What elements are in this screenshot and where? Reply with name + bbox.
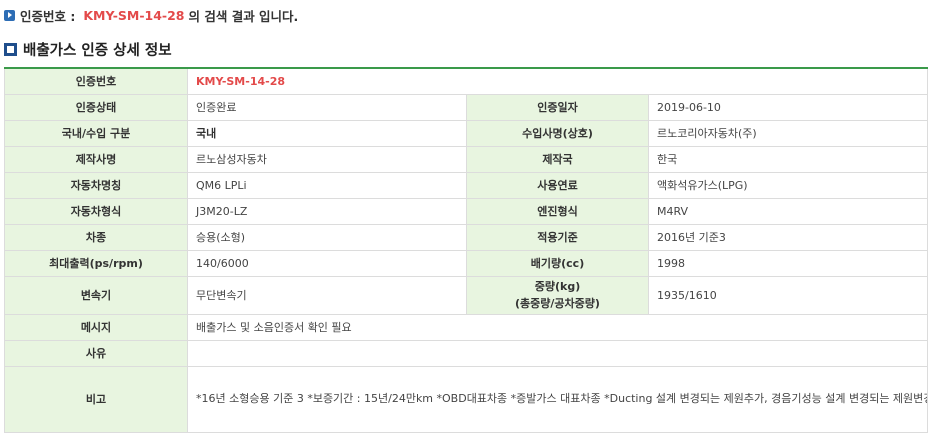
row-car-name: 자동차명칭 QM6 LPLi 사용연료 액화석유가스(LPG) [4, 171, 929, 199]
transmission-label: 변속기 [4, 275, 188, 315]
maker-value: 르노삼성자동차 [187, 145, 467, 173]
importer-value: 르노코리아자동차(주) [647, 119, 929, 147]
message-label: 메시지 [4, 313, 188, 341]
standard-value: 2016년 기준3 [647, 223, 929, 251]
row-maker: 제작사명 르노삼성자동차 제작국 한국 [4, 145, 929, 173]
origin-value: 국내 [187, 119, 467, 147]
arrow-right-icon [4, 9, 15, 21]
result-suffix: 의 검색 결과 입니다. [188, 8, 299, 24]
standard-label: 적용기준 [466, 223, 649, 251]
weight-value: 1935/1610 [647, 275, 929, 315]
row-message: 메시지 배출가스 및 소음인증서 확인 필요 [4, 313, 929, 341]
cert-date-label: 인증일자 [466, 93, 649, 121]
row-class: 차종 승용(소형) 적용기준 2016년 기준3 [4, 223, 929, 251]
car-type-value: J3M20-LZ [187, 197, 467, 225]
fuel-value: 액화석유가스(LPG) [647, 171, 929, 199]
row-transmission: 변속기 무단변속기 중량(kg) (총중량/공차중량) 1935/1610 [4, 275, 929, 315]
class-value: 승용(소형) [187, 223, 467, 251]
weight-label-line2: (총중량/공차중량) [515, 297, 600, 310]
engine-value: M4RV [647, 197, 929, 225]
row-remarks: 비고 *16년 소형승용 기준 3 *보증기간 : 15년/24만km *OBD… [4, 365, 929, 433]
weight-label-line1: 중량(kg) [534, 280, 581, 293]
transmission-value: 무단변속기 [187, 275, 467, 315]
result-cert-number: KMY-SM-14-28 [83, 7, 185, 23]
section-title-text: 배출가스 인증 상세 정보 [23, 42, 172, 59]
cert-no-value: KMY-SM-14-28 [186, 67, 929, 95]
remarks-value: *16년 소형승용 기준 3 *보증기간 : 15년/24만km *OBD대표차… [186, 365, 929, 433]
remarks-label: 비고 [4, 365, 188, 433]
result-key-label: 인증번호 : [20, 8, 76, 24]
car-name-value: QM6 LPLi [187, 171, 467, 199]
row-car-type: 자동차형식 J3M20-LZ 엔진형식 M4RV [4, 197, 929, 225]
row-reason: 사유 [4, 339, 929, 367]
row-max-power: 최대출력(ps/rpm) 140/6000 배기량(cc) 1998 [4, 249, 929, 277]
origin-label: 국내/수입 구분 [4, 119, 188, 147]
displacement-value: 1998 [647, 249, 929, 277]
cert-no-label: 인증번호 [4, 67, 188, 95]
emission-cert-detail-table: 인증번호 KMY-SM-14-28 인증상태 인증완료 인증일자 2019-06… [4, 67, 929, 433]
car-type-label: 자동차형식 [4, 197, 188, 225]
reason-value [186, 339, 929, 367]
max-power-label: 최대출력(ps/rpm) [4, 249, 188, 277]
maker-label: 제작사명 [4, 145, 188, 173]
row-cert-status: 인증상태 인증완료 인증일자 2019-06-10 [4, 93, 929, 121]
square-bullet-icon [4, 42, 17, 56]
cert-date-value: 2019-06-10 [647, 93, 929, 121]
search-result-summary: 인증번호 : KMY-SM-14-28 의 검색 결과 입니다. [4, 6, 298, 24]
fuel-label: 사용연료 [466, 171, 649, 199]
engine-label: 엔진형식 [466, 197, 649, 225]
message-value: 배출가스 및 소음인증서 확인 필요 [186, 313, 929, 341]
importer-label: 수입사명(상호) [466, 119, 649, 147]
country-value: 한국 [647, 145, 929, 173]
car-name-label: 자동차명칭 [4, 171, 188, 199]
max-power-value: 140/6000 [187, 249, 467, 277]
row-cert-no: 인증번호 KMY-SM-14-28 [4, 67, 929, 95]
reason-label: 사유 [4, 339, 188, 367]
row-origin: 국내/수입 구분 국내 수입사명(상호) 르노코리아자동차(주) [4, 119, 929, 147]
section-title: 배출가스 인증 상세 정보 [4, 39, 172, 59]
class-label: 차종 [4, 223, 188, 251]
cert-status-label: 인증상태 [4, 93, 188, 121]
cert-status-value: 인증완료 [187, 93, 467, 121]
country-label: 제작국 [466, 145, 649, 173]
displacement-label: 배기량(cc) [466, 249, 649, 277]
weight-label: 중량(kg) (총중량/공차중량) [466, 275, 649, 315]
